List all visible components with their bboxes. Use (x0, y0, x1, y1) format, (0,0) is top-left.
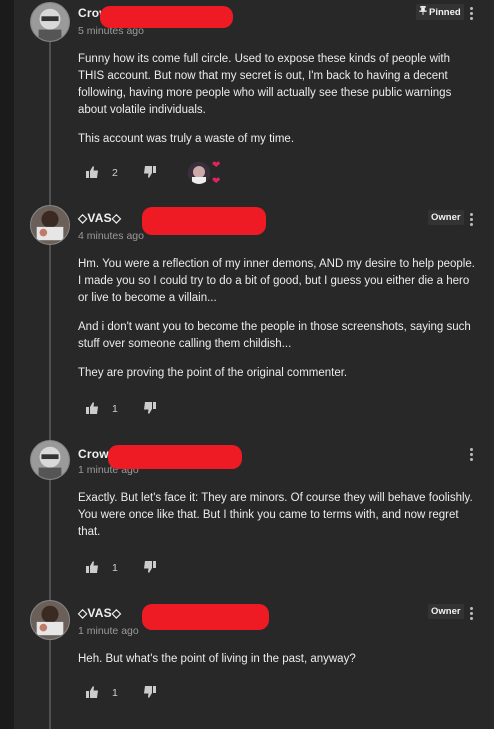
like-count: 1 (112, 687, 118, 699)
comment-text: Heh. But what's the point of living in t… (78, 651, 478, 680)
comment-paragraph: They are proving the point of the origin… (78, 367, 348, 379)
redaction-mark (142, 604, 269, 630)
pinned-badge: Pinned (416, 4, 464, 20)
like-count: 1 (112, 403, 118, 415)
pinned-label: Pinned (429, 7, 461, 18)
thumbs-up-icon[interactable] (86, 561, 98, 573)
thumbs-down-icon[interactable] (144, 686, 156, 698)
avatar[interactable] (30, 600, 70, 640)
heart-icon: ❤ (212, 160, 221, 171)
heart-icon: ❤ (212, 176, 221, 187)
pin-icon (419, 6, 427, 15)
comment-text: Funny how its come full circle. Used to … (78, 51, 478, 160)
comment-text: Exactly. But let's face it: They are min… (78, 490, 478, 553)
like-count: 1 (112, 562, 118, 574)
thumbs-down-icon[interactable] (144, 561, 156, 573)
owner-badge: Owner (428, 604, 464, 619)
owner-badge: Owner (428, 210, 464, 225)
comment-paragraph: Hm. You were a reflection of my inner de… (78, 258, 475, 304)
thumbs-down-icon[interactable] (144, 402, 156, 414)
comment-author[interactable]: Crow (78, 447, 109, 461)
comment-author[interactable]: ◇VAS◇ (78, 211, 121, 225)
avatar[interactable] (30, 205, 70, 245)
comment-timestamp[interactable]: 1 minute ago (78, 625, 139, 637)
comment-paragraph: Funny how its come full circle. Used to … (78, 53, 452, 116)
more-vertical-icon[interactable] (470, 7, 474, 22)
comment-text: Hm. You were a reflection of my inner de… (78, 256, 478, 394)
like-count: 2 (112, 167, 118, 179)
more-vertical-icon[interactable] (470, 607, 474, 622)
avatar[interactable] (30, 2, 70, 42)
comment-paragraph: And i don't want you to become the peopl… (78, 321, 471, 350)
comment-paragraph: Exactly. But let's face it: They are min… (78, 492, 473, 538)
thumbs-down-icon[interactable] (144, 166, 156, 178)
comment-paragraph: Heh. But what's the point of living in t… (78, 653, 356, 665)
comment-timestamp[interactable]: 4 minutes ago (78, 230, 144, 242)
redaction-mark (108, 445, 242, 469)
more-vertical-icon[interactable] (470, 448, 474, 463)
redaction-mark (142, 207, 266, 235)
redaction-mark (100, 6, 233, 28)
thumbs-up-icon[interactable] (86, 402, 98, 414)
more-vertical-icon[interactable] (470, 213, 474, 228)
comment-author[interactable]: ◇VAS◇ (78, 606, 121, 620)
thumbs-up-icon[interactable] (86, 686, 98, 698)
avatar[interactable] (30, 440, 70, 480)
comment-paragraph: This account was truly a waste of my tim… (78, 133, 295, 145)
thumbs-up-icon[interactable] (86, 166, 98, 178)
creator-heart-avatar (188, 162, 210, 184)
